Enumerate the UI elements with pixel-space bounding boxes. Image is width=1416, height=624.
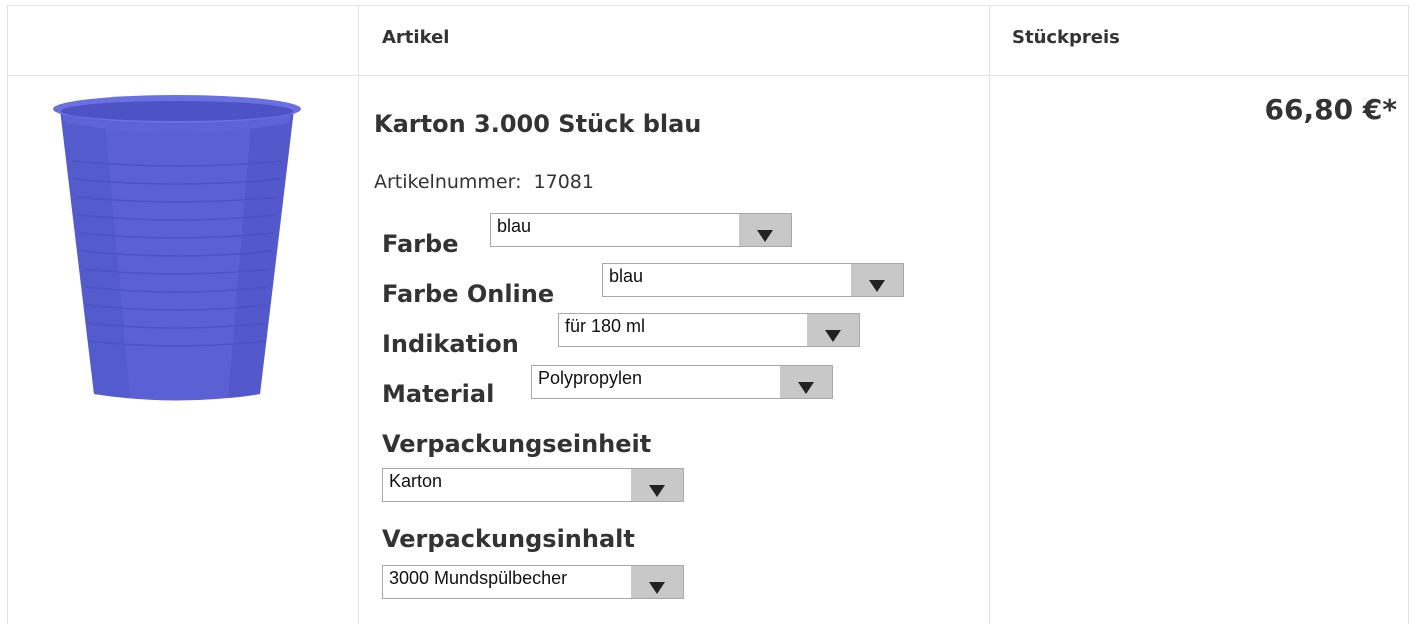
select-material-toggle[interactable] — [780, 366, 832, 398]
label-indikation: Indikation — [382, 330, 519, 358]
unit-price: 66,80 €* — [1264, 93, 1397, 126]
blue-cup-icon — [53, 95, 301, 401]
label-verpackungseinheit: Verpackungseinheit — [382, 430, 652, 458]
article-number-label: Artikelnummer: — [374, 171, 522, 193]
select-indikation-value: für 180 ml — [565, 316, 646, 336]
column-header-unit-price: Stückpreis — [1012, 27, 1120, 48]
table-right-border — [1408, 5, 1409, 624]
select-indikation[interactable]: für 180 ml — [558, 313, 860, 347]
select-farbe-value: blau — [497, 216, 532, 236]
article-number-value: 17081 — [533, 171, 594, 193]
label-farbe-online: Farbe Online — [382, 280, 555, 308]
select-farbe-toggle[interactable] — [739, 214, 791, 246]
select-verpackungsinhalt-value: 3000 Mundspülbecher — [389, 568, 568, 588]
select-verpackungseinheit-value: Karton — [389, 471, 443, 491]
label-farbe: Farbe — [382, 230, 459, 258]
article-number: Artikelnummer: 17081 — [374, 171, 594, 193]
table-top-border — [7, 5, 1409, 6]
label-material: Material — [382, 380, 495, 408]
column-header-article: Artikel — [382, 27, 450, 48]
column-divider-price — [989, 5, 990, 624]
select-verpackungsinhalt-toggle[interactable] — [631, 566, 683, 598]
select-farbe-online-value: blau — [609, 266, 644, 286]
column-divider-article — [358, 5, 359, 624]
table-left-border — [7, 5, 8, 624]
select-farbe[interactable]: blau — [490, 213, 792, 247]
header-divider — [7, 75, 1409, 76]
select-material-value: Polypropylen — [538, 368, 643, 388]
select-verpackungsinhalt[interactable]: 3000 Mundspülbecher — [382, 565, 684, 599]
select-farbe-online[interactable]: blau — [602, 263, 904, 297]
dropdown-arrow-icon — [649, 485, 665, 497]
dropdown-arrow-icon — [757, 230, 773, 242]
dropdown-arrow-icon — [825, 330, 841, 342]
select-farbe-online-toggle[interactable] — [851, 264, 903, 296]
product-title[interactable]: Karton 3.000 Stück blau — [374, 110, 701, 138]
label-verpackungsinhalt: Verpackungsinhalt — [382, 525, 635, 553]
select-verpackungseinheit-toggle[interactable] — [631, 469, 683, 501]
dropdown-arrow-icon — [798, 382, 814, 394]
select-indikation-toggle[interactable] — [807, 314, 859, 346]
select-verpackungseinheit[interactable]: Karton — [382, 468, 684, 502]
dropdown-arrow-icon — [869, 280, 885, 292]
dropdown-arrow-icon — [649, 582, 665, 594]
product-image[interactable] — [52, 91, 302, 409]
select-material[interactable]: Polypropylen — [531, 365, 833, 399]
